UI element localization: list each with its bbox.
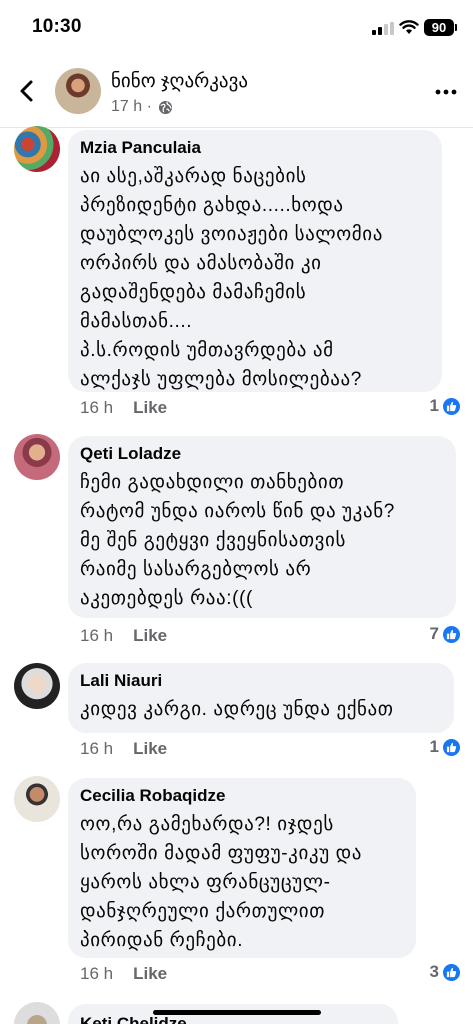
reaction-count-value: 7	[429, 624, 439, 643]
like-reaction-icon	[442, 737, 461, 757]
comment-actions: 16 h Like	[80, 739, 167, 759]
like-reaction-icon	[442, 396, 461, 416]
commenter-name[interactable]: Cecilia Robaqidze	[80, 786, 402, 806]
reaction-count-value: 1	[429, 737, 439, 756]
post-header: ნინო ჯღარკავა 17 h ·	[0, 58, 473, 128]
comment-actions: 16 h Like	[80, 626, 167, 646]
comment-bubble: Lali Niauri კიდევ კარგი. ადრეც უნდა ექნა…	[68, 663, 454, 733]
like-button[interactable]: Like	[133, 626, 167, 646]
commenter-avatar[interactable]	[14, 663, 60, 709]
back-chevron-icon[interactable]	[14, 78, 40, 104]
reaction-count[interactable]: 1	[430, 396, 461, 416]
like-button[interactable]: Like	[133, 964, 167, 984]
like-button[interactable]: Like	[133, 739, 167, 759]
comment-bubble: Qeti Loladze ჩემი გადახდილი თანხებით რატ…	[68, 436, 456, 618]
more-dots-icon[interactable]	[434, 80, 458, 104]
reaction-count-value: 3	[429, 962, 439, 981]
reaction-count[interactable]: 3	[430, 962, 461, 982]
commenter-name[interactable]: Keti Chelidze	[80, 1014, 384, 1024]
author-avatar[interactable]	[55, 68, 101, 114]
comment-time: 16 h	[80, 964, 114, 983]
commenter-name[interactable]: Mzia Panculaia	[80, 138, 428, 158]
comment-bubble: Mzia Panculaia აი ასე,აშკარად ნაცების პრ…	[68, 130, 442, 392]
home-indicator	[153, 1010, 321, 1015]
comment-text: ოო,რა გამეხარდა?! იჯდეს სოროში მადამ ფუფ…	[80, 814, 362, 951]
comment-time: 16 h	[80, 398, 114, 417]
commenter-avatar[interactable]	[14, 1002, 60, 1024]
commenter-avatar[interactable]	[14, 434, 60, 480]
like-reaction-icon	[442, 962, 461, 982]
status-time: 10:30	[32, 16, 82, 37]
globe-icon	[158, 100, 172, 114]
comment-time: 16 h	[80, 739, 114, 758]
comment-text: აი ასე,აშკარად ნაცების პრეზიდენტი გახდა.…	[80, 166, 383, 390]
comment-actions: 16 h Like	[80, 964, 167, 984]
reaction-count-value: 1	[429, 396, 439, 415]
post-meta: 17 h ·	[111, 98, 173, 116]
author-name[interactable]: ნინო ჯღარკავა	[111, 70, 248, 93]
like-reaction-icon	[442, 624, 461, 644]
status-bar: 10:30 90	[0, 0, 473, 58]
wifi-icon	[399, 20, 419, 34]
battery-icon: 90	[424, 19, 457, 36]
commenter-avatar[interactable]	[14, 776, 60, 822]
post-time: 17 h ·	[111, 98, 152, 115]
comment-text: კიდევ კარგი. ადრეც უნდა ექნათ	[80, 699, 394, 720]
commenter-avatar[interactable]	[14, 126, 60, 172]
comment-text: ჩემი გადახდილი თანხებით რატომ უნდა იაროს…	[80, 472, 395, 609]
comment-actions: 16 h Like	[80, 398, 167, 418]
like-button[interactable]: Like	[133, 398, 167, 418]
commenter-name[interactable]: Lali Niauri	[80, 671, 440, 691]
signal-icon	[372, 22, 394, 35]
reaction-count[interactable]: 1	[430, 737, 461, 757]
reaction-count[interactable]: 7	[430, 624, 461, 644]
commenter-name[interactable]: Qeti Loladze	[80, 444, 442, 464]
comment-time: 16 h	[80, 626, 114, 645]
comment-bubble: Cecilia Robaqidze ოო,რა გამეხარდა?! იჯდე…	[68, 778, 416, 958]
